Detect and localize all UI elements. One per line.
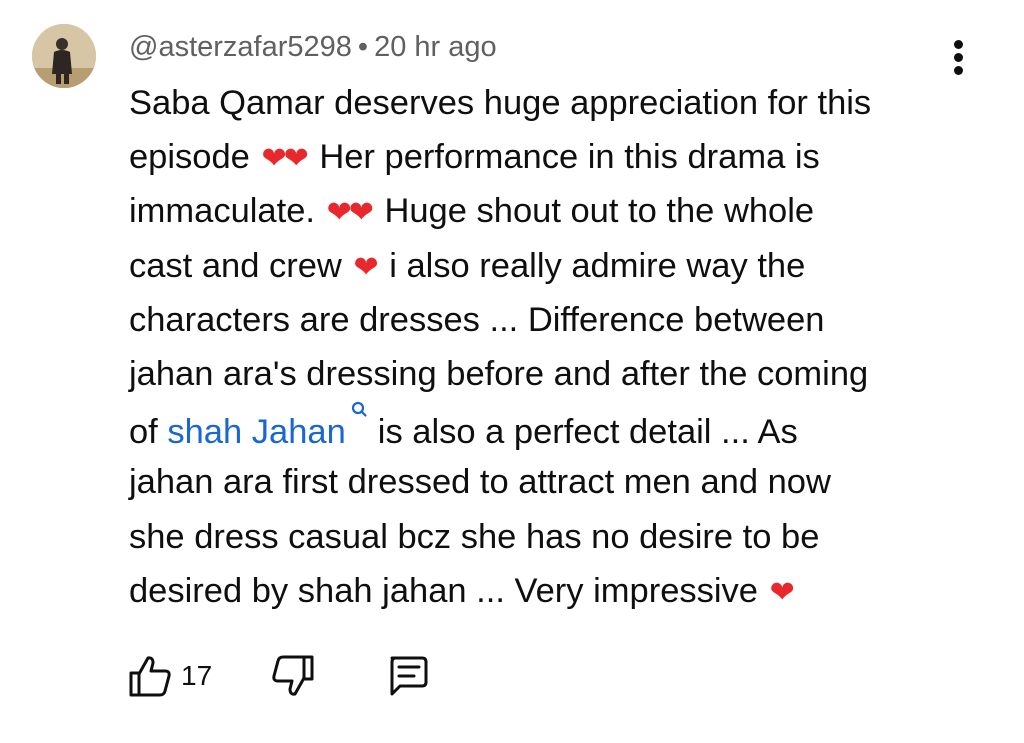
comment-line: characters are dresses ... Difference be… — [129, 293, 979, 347]
comment-text: episode — [129, 138, 250, 177]
comment-text: jahan ara first dressed to attract men a… — [129, 463, 831, 502]
comment-text: Saba Qamar deserves huge appreciation fo… — [129, 84, 872, 122]
comment-body: Saba Qamar deserves huge appreciation fo… — [129, 76, 979, 618]
comment-timestamp: 20 hr ago — [374, 31, 497, 63]
thumbs-down-icon — [270, 654, 316, 698]
like-button[interactable]: 17 — [127, 654, 212, 698]
comment-text: Huge shout out to the whole — [384, 192, 815, 231]
comment-text: i also really admire way the — [389, 246, 806, 285]
comment-line: of shah Jahan is also a perfect detail ..… — [129, 401, 979, 455]
comment-line: episode ❤❤ Her performance in this drama… — [129, 130, 979, 184]
author-handle[interactable]: @asterzafar5298 — [129, 31, 352, 63]
comment-text: she dress casual bcz she has no desire t… — [129, 517, 820, 556]
like-count: 17 — [181, 660, 213, 691]
comment-line: desired by shah jahan ... Very impressiv… — [129, 564, 979, 618]
comment-line: Saba Qamar deserves huge appreciation fo… — [129, 76, 979, 130]
heart-emoji: ❤ — [769, 575, 795, 609]
comment-meta: @asterzafar5298 • 20 hr ago — [129, 28, 497, 66]
search-link[interactable]: shah Jahan — [167, 401, 377, 459]
reply-button[interactable] — [384, 654, 430, 698]
meta-separator: • — [357, 31, 369, 63]
comment-text: characters are dresses ... Difference be… — [129, 300, 825, 339]
heart-emoji: ❤ — [353, 250, 378, 284]
more-vertical-icon — [954, 40, 963, 49]
comment-actions: 17 — [127, 650, 430, 702]
comment-text: jahan ara's dressing before and after th… — [129, 354, 869, 393]
comment-line: cast and crew ❤ i also really admire way… — [129, 239, 979, 293]
heart-emoji: ❤❤ — [261, 142, 308, 176]
comment-text: cast and crew — [129, 246, 342, 285]
heart-emoji: ❤❤ — [326, 196, 374, 230]
more-vertical-icon-dot — [954, 66, 963, 75]
comment-text: immaculate. — [129, 192, 315, 231]
comment-text: desired by shah jahan ... Very impressiv… — [129, 571, 758, 610]
more-options-button[interactable] — [946, 38, 972, 78]
dislike-button[interactable] — [270, 654, 316, 698]
user-avatar[interactable] — [32, 24, 96, 88]
comment-line: jahan ara first dressed to attract men a… — [129, 455, 979, 509]
thumbs-up-icon — [127, 654, 173, 698]
comment-line: immaculate. ❤❤ Huge shout out to the who… — [129, 184, 979, 238]
comment-text: is also a perfect detail ... As — [377, 413, 798, 452]
search-link-text[interactable]: shah Jahan — [167, 413, 345, 451]
comment-card: @asterzafar5298 • 20 hr ago Saba Qamar des… — [0, 0, 1024, 743]
more-vertical-icon-dot — [954, 53, 963, 62]
comment-text: of — [129, 413, 158, 452]
search-icon — [351, 402, 367, 417]
comment-text: Her performance in this drama is — [319, 138, 820, 177]
avatar-image — [32, 24, 96, 88]
comment-line: she dress casual bcz she has no desire t… — [129, 510, 979, 564]
comment-line: jahan ara's dressing before and after th… — [129, 347, 979, 401]
reply-comment-icon — [384, 654, 430, 698]
